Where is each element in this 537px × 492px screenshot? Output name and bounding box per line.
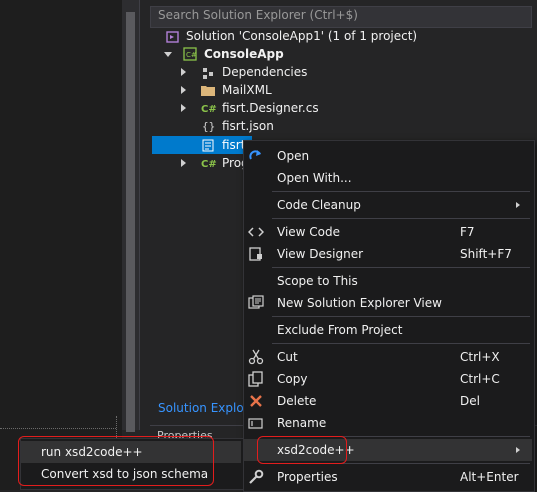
menu-separator	[272, 267, 530, 268]
menu-item-label: View Designer	[277, 247, 364, 261]
menu-item-label: Open With...	[277, 171, 352, 185]
search-placeholder: Search Solution Explorer (Ctrl+$)	[158, 8, 358, 22]
menu-separator	[272, 343, 530, 344]
csharp-project-icon: C#	[183, 47, 197, 61]
menu-shortcut: Ctrl+C	[460, 372, 500, 386]
editor-area	[0, 0, 122, 490]
menu-item-label: Copy	[277, 372, 308, 386]
menu-item-rename[interactable]: Rename	[244, 412, 532, 434]
menu-item-scope-to-this[interactable]: Scope to This	[244, 270, 532, 292]
open-arrow-icon	[249, 150, 261, 160]
highlight-box-submenu	[18, 436, 214, 486]
menu-item-view-code[interactable]: View Code F7	[244, 221, 532, 243]
menu-separator	[272, 191, 530, 192]
dependencies-label: Dependencies	[222, 65, 308, 79]
menu-item-label: Cut	[277, 350, 298, 364]
csharp-file-icon: C#	[201, 104, 217, 115]
menu-item-label: Exclude From Project	[277, 323, 403, 337]
chevron-right-icon[interactable]	[181, 159, 186, 167]
chevron-right-icon[interactable]	[181, 104, 186, 112]
json-file-icon: {}	[202, 120, 215, 133]
menu-item-label: View Code	[277, 225, 341, 239]
scrollbar-thumb[interactable]	[126, 12, 135, 432]
menu-shortcut: Alt+Enter	[460, 470, 519, 484]
designer-icon	[249, 247, 262, 261]
designer-label: fisrt.Designer.cs	[222, 101, 319, 115]
menu-item-label: Open	[277, 149, 310, 163]
chevron-down-icon[interactable]	[164, 52, 172, 57]
menu-shortcut: Shift+F7	[460, 247, 512, 261]
menu-item-cut[interactable]: Cut Ctrl+X	[244, 346, 532, 368]
svg-text:C#: C#	[186, 51, 197, 59]
project-label: ConsoleApp	[204, 47, 284, 61]
rename-icon	[248, 418, 263, 429]
menu-item-open[interactable]: Open	[244, 145, 532, 167]
menu-item-copy[interactable]: Copy Ctrl+C	[244, 368, 532, 390]
menu-shortcut: Del	[460, 394, 480, 408]
menu-item-label: New Solution Explorer View	[277, 296, 442, 310]
menu-shortcut: Ctrl+X	[460, 350, 500, 364]
chevron-right-icon[interactable]	[181, 86, 186, 94]
solution-explorer-tab-label: Solution Explore	[158, 401, 256, 415]
submenu-arrow-icon	[516, 447, 520, 453]
menu-item-new-solution-explorer-view[interactable]: New Solution Explorer View	[244, 292, 532, 314]
new-window-icon	[248, 295, 264, 309]
menu-item-label: Scope to This	[277, 274, 358, 288]
delete-x-icon	[250, 395, 262, 407]
menu-shortcut: F7	[460, 225, 475, 239]
folder-icon	[201, 86, 215, 96]
svg-text:C#: C#	[201, 104, 217, 115]
svg-text:C#: C#	[201, 159, 217, 170]
solution-icon	[166, 31, 179, 43]
submenu-arrow-icon	[516, 202, 520, 208]
svg-text:{}: {}	[202, 120, 215, 133]
chevron-right-icon[interactable]	[181, 68, 186, 76]
code-brackets-icon	[248, 227, 264, 237]
copy-icon	[248, 371, 263, 387]
json-label: fisrt.json	[222, 119, 274, 133]
menu-separator	[272, 316, 530, 317]
menu-item-code-cleanup[interactable]: Code Cleanup	[244, 194, 532, 216]
menu-item-label: Code Cleanup	[277, 198, 361, 212]
highlight-box-xsd2code	[257, 436, 347, 464]
mailxml-label: MailXML	[222, 83, 272, 97]
menu-item-properties[interactable]: Properties Alt+Enter	[244, 466, 532, 488]
menu-item-label: Delete	[277, 394, 317, 408]
solution-label: Solution 'ConsoleApp1' (1 of 1 project)	[186, 29, 418, 43]
menu-item-exclude-from-project[interactable]: Exclude From Project	[244, 319, 532, 341]
menu-item-view-designer[interactable]: View Designer Shift+F7	[244, 243, 532, 265]
wrench-icon	[249, 469, 264, 484]
menu-item-open-with[interactable]: Open With...	[244, 167, 532, 189]
menu-item-delete[interactable]: Delete Del	[244, 390, 532, 412]
menu-item-label: Rename	[277, 416, 327, 430]
dependencies-icon	[203, 68, 213, 79]
menu-separator	[272, 218, 530, 219]
dock-guide-horizontal	[0, 428, 116, 429]
xsd-label: fisrt	[222, 138, 246, 152]
menu-item-label: Properties	[277, 470, 338, 484]
scissors-icon	[248, 349, 264, 365]
csharp-file-icon: C#	[201, 159, 217, 170]
xsd-file-icon	[202, 139, 214, 152]
